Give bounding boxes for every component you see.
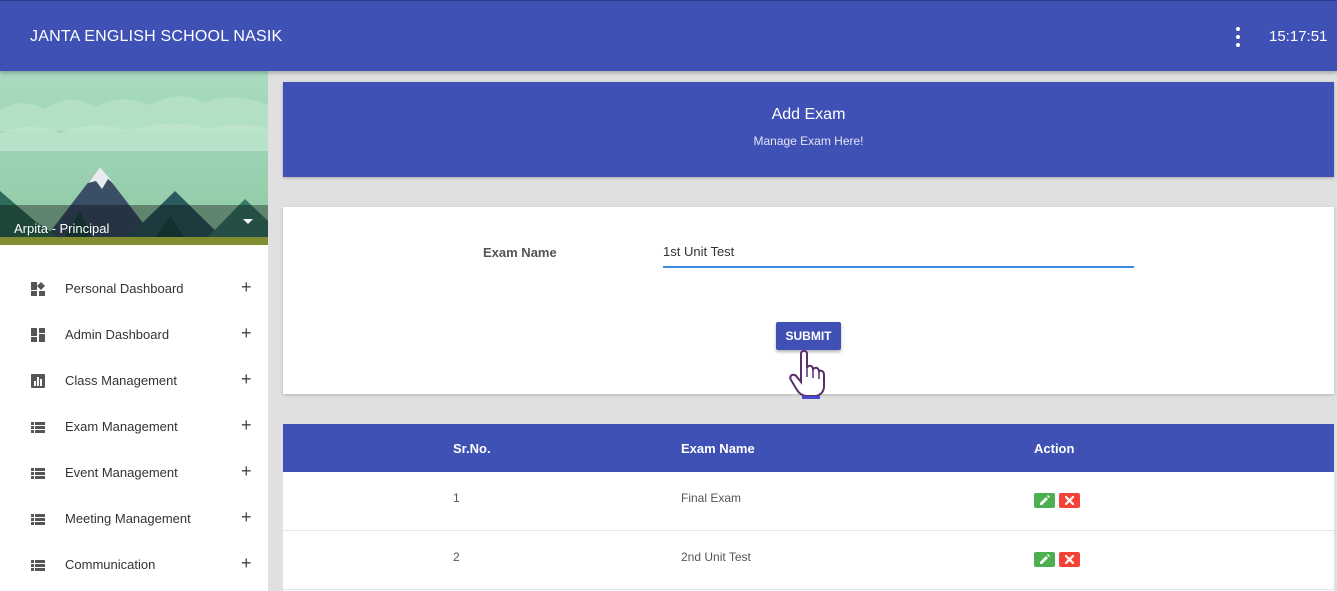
plus-icon[interactable]: + bbox=[241, 508, 252, 526]
profile-banner: Arpita - Principal bbox=[0, 71, 268, 245]
list-icon bbox=[31, 514, 45, 525]
edit-button[interactable] bbox=[1034, 493, 1055, 508]
sidebar-item-exam-management[interactable]: Exam Management + bbox=[0, 403, 268, 449]
close-icon bbox=[1065, 555, 1074, 564]
plus-icon[interactable]: + bbox=[241, 370, 252, 388]
top-app-bar: JANTA ENGLISH SCHOOL NASIK 15:17:51 bbox=[0, 0, 1337, 71]
sidebar-item-communication[interactable]: Communication + bbox=[0, 541, 268, 587]
clock: 15:17:51 bbox=[1269, 28, 1328, 45]
list-icon bbox=[31, 422, 45, 433]
sidebar-item-label: Admin Dashboard bbox=[65, 327, 170, 342]
exam-name-label: Exam Name bbox=[483, 245, 557, 260]
sidebar-item-label: Meeting Management bbox=[65, 511, 191, 526]
hand-pointer-icon bbox=[789, 350, 825, 399]
more-vert-icon[interactable] bbox=[1230, 27, 1246, 47]
sidebar-item-admin-dashboard[interactable]: Admin Dashboard + bbox=[0, 311, 268, 357]
add-exam-form: Exam Name SUBMIT bbox=[283, 207, 1334, 399]
sidebar-item-label: Personal Dashboard bbox=[65, 281, 184, 296]
plus-icon[interactable]: + bbox=[241, 324, 252, 342]
user-name[interactable]: Arpita - Principal bbox=[14, 221, 109, 236]
cell-exam-name: Final Exam bbox=[681, 491, 742, 505]
sidebar-item-label: Class Management bbox=[65, 373, 177, 388]
plus-icon[interactable]: + bbox=[241, 554, 252, 572]
table-header: Sr.No. Exam Name Action bbox=[283, 424, 1334, 472]
sidebar: Arpita - Principal Personal Dashboard + … bbox=[0, 71, 268, 591]
plus-icon[interactable]: + bbox=[241, 416, 252, 434]
column-header-action: Action bbox=[1034, 441, 1075, 456]
chevron-down-icon[interactable] bbox=[243, 219, 253, 224]
column-header-sr-no: Sr.No. bbox=[453, 441, 491, 456]
exam-name-input[interactable] bbox=[663, 241, 1134, 268]
submit-button[interactable]: SUBMIT bbox=[776, 322, 841, 350]
sidebar-item-label: Exam Management bbox=[65, 419, 178, 434]
sidebar-menu: Personal Dashboard + Admin Dashboard + C… bbox=[0, 265, 268, 587]
table-row: 1 Final Exam bbox=[283, 472, 1334, 531]
cell-sr-no: 2 bbox=[453, 550, 460, 564]
exam-table: Sr.No. Exam Name Action 1 Final Exam 2 2… bbox=[283, 424, 1334, 591]
delete-button[interactable] bbox=[1059, 552, 1080, 567]
plus-icon[interactable]: + bbox=[241, 278, 252, 296]
cell-sr-no: 1 bbox=[453, 491, 460, 505]
close-icon bbox=[1065, 496, 1074, 505]
sidebar-item-personal-dashboard[interactable]: Personal Dashboard + bbox=[0, 265, 268, 311]
sidebar-item-meeting-management[interactable]: Meeting Management + bbox=[0, 495, 268, 541]
dashboard-icon bbox=[31, 282, 45, 296]
column-header-exam-name: Exam Name bbox=[681, 441, 755, 456]
sidebar-item-class-management[interactable]: Class Management + bbox=[0, 357, 268, 403]
page-header-card: Add Exam Manage Exam Here! bbox=[283, 82, 1334, 177]
sidebar-item-label: Communication bbox=[65, 557, 156, 572]
plus-icon[interactable]: + bbox=[241, 462, 252, 480]
app-title: JANTA ENGLISH SCHOOL NASIK bbox=[30, 28, 283, 45]
list-icon bbox=[31, 468, 45, 479]
pencil-icon bbox=[1040, 554, 1050, 564]
delete-button[interactable] bbox=[1059, 493, 1080, 508]
sidebar-item-label: Event Management bbox=[65, 465, 178, 480]
table-row: 2 2nd Unit Test bbox=[283, 531, 1334, 590]
bar-chart-icon bbox=[31, 374, 45, 388]
dashboard-icon bbox=[31, 328, 45, 342]
edit-button[interactable] bbox=[1034, 552, 1055, 567]
page-subtitle: Manage Exam Here! bbox=[753, 134, 864, 148]
page-title: Add Exam bbox=[771, 106, 846, 123]
pencil-icon bbox=[1040, 495, 1050, 505]
cell-exam-name: 2nd Unit Test bbox=[681, 550, 751, 564]
list-icon bbox=[31, 560, 45, 571]
sidebar-item-event-management[interactable]: Event Management + bbox=[0, 449, 268, 495]
